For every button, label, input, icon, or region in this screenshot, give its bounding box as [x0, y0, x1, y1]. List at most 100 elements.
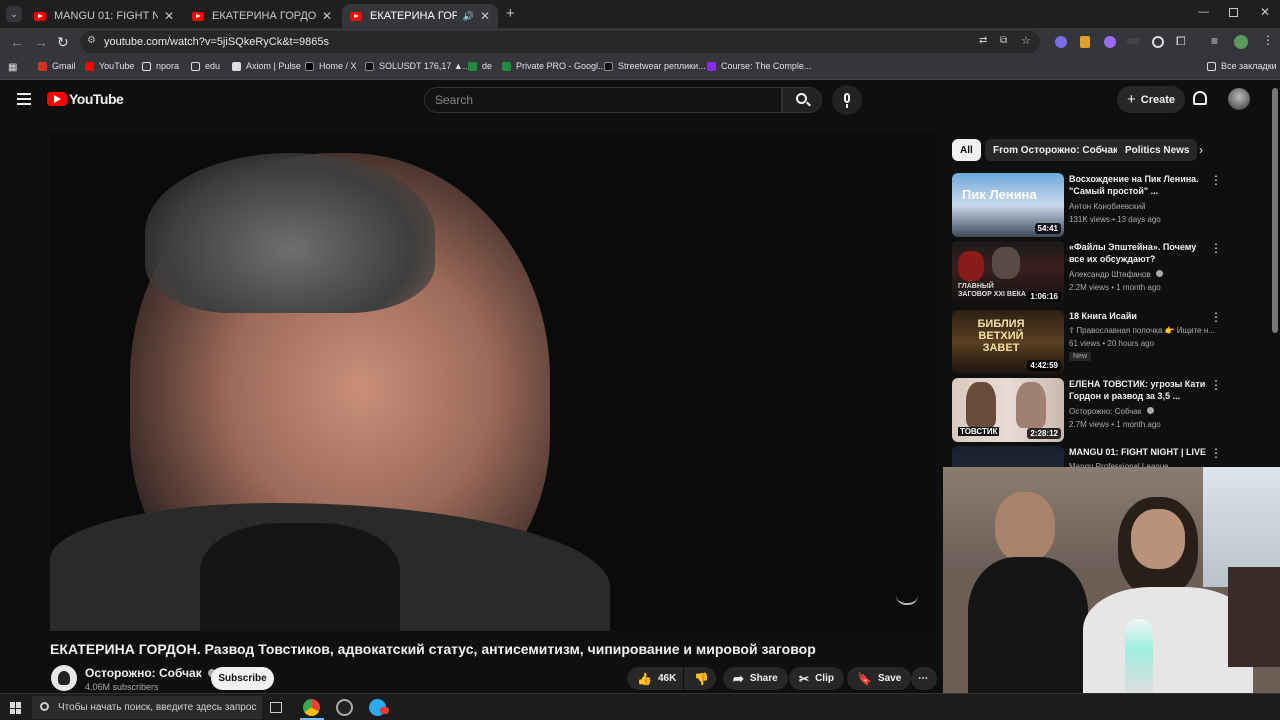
profile-avatar-icon[interactable]: [1234, 35, 1248, 49]
site-info-icon[interactable]: ⚙: [87, 35, 96, 46]
more-actions-button[interactable]: ⋯: [911, 667, 937, 690]
recommendation-item[interactable]: Пик Ленина 54:41 Восхождение на Пик Лени…: [952, 173, 1272, 237]
apps-grid-icon[interactable]: ▦: [8, 62, 17, 73]
extension-icon[interactable]: [1127, 38, 1139, 44]
more-vertical-icon[interactable]: ⋮: [1210, 446, 1222, 460]
share-label: Share: [749, 673, 778, 684]
bookmark-item[interactable]: Axiom | Pulse: [232, 61, 301, 71]
thumbnail-accent: [992, 247, 1020, 279]
video-thumbnail[interactable]: БИБЛИЯ ВЕТХИЙ ЗАВЕТ 4:42:59: [952, 310, 1064, 374]
recommendation-item[interactable]: БИБЛИЯ ВЕТХИЙ ЗАВЕТ 4:42:59 18 Книга Иса…: [952, 310, 1272, 374]
more-vertical-icon[interactable]: ⋮: [1210, 310, 1222, 324]
bookmark-star-icon[interactable]: ☆: [1021, 34, 1031, 47]
chevron-right-icon[interactable]: ›: [1199, 143, 1203, 157]
notifications-bell-icon[interactable]: [1193, 91, 1207, 105]
recommendation-title[interactable]: 18 Книга Исайи: [1069, 310, 1209, 322]
recommendation-title[interactable]: ЕЛЕНА ТОВСТИК: угрозы Кати Гордон и разв…: [1069, 378, 1209, 402]
bookmark-folder[interactable]: npora: [142, 61, 179, 71]
recommendation-title[interactable]: «Файлы Эпштейна». Почему все их обсуждаю…: [1069, 241, 1209, 265]
thumbnail-text: ГЛАВНЫЙ ЗАГОВОР XXI ВЕКА: [958, 283, 1026, 298]
browser-menu-icon[interactable]: ⋮: [1262, 33, 1274, 47]
page-scrollbar[interactable]: [1272, 88, 1278, 333]
browser-tab-active[interactable]: ЕКАТЕРИНА ГОРДОН. Разв 🔊 ✕: [342, 4, 498, 28]
close-tab-icon[interactable]: ✕: [164, 9, 174, 23]
minimize-icon[interactable]: —: [1198, 6, 1209, 18]
like-button[interactable]: 👍 46K: [627, 667, 683, 690]
install-app-icon[interactable]: ⧉: [1000, 35, 1007, 46]
browser-tab[interactable]: ЕКАТЕРИНА ГОРДОН. Развод ✕: [184, 4, 340, 28]
windows-start-icon[interactable]: [10, 702, 22, 714]
address-bar[interactable]: ⚙ youtube.com/watch?v=5jiSQkeRyCk&t=9865…: [80, 31, 1040, 53]
chip-politics-news[interactable]: Politics News: [1117, 139, 1198, 161]
voice-search-button[interactable]: [832, 85, 862, 115]
task-view-icon[interactable]: [270, 702, 282, 713]
more-vertical-icon[interactable]: ⋮: [1210, 173, 1222, 187]
close-window-icon[interactable]: ✕: [1260, 5, 1270, 19]
close-tab-icon[interactable]: ✕: [480, 9, 490, 23]
close-tab-icon[interactable]: ✕: [322, 9, 332, 23]
channel-name[interactable]: Осторожно: Собчак: [85, 666, 217, 680]
bookmark-item[interactable]: Home / X: [305, 61, 357, 71]
forward-icon[interactable]: →: [34, 34, 48, 50]
chip-all[interactable]: All: [952, 139, 981, 161]
clip-button[interactable]: ✂ Clip: [789, 667, 844, 690]
bookmark-item[interactable]: Streetwear реплики...: [604, 61, 706, 71]
recommendation-title[interactable]: Восхождение на Пик Ленина. "Самый просто…: [1069, 173, 1209, 197]
translate-icon[interactable]: ⇄: [979, 35, 987, 46]
extension-icon[interactable]: [1080, 36, 1090, 48]
bookmark-item[interactable]: Private PRO - Googl...: [502, 61, 606, 71]
more-vertical-icon[interactable]: ⋮: [1210, 241, 1222, 255]
video-thumbnail[interactable]: ГЛАВНЫЙ ЗАГОВОР XXI ВЕКА 1:06:16: [952, 241, 1064, 305]
tab-list-icon[interactable]: ⌄: [6, 6, 22, 22]
subscribe-button[interactable]: Subscribe: [211, 667, 274, 690]
new-tab-icon[interactable]: +: [506, 5, 515, 22]
gmail-icon: [38, 61, 47, 71]
recommendation-title[interactable]: MANGU 01: FIGHT NIGHT | LIVE: [1069, 446, 1209, 458]
video-thumbnail[interactable]: ТОВСТИК 2:28:12: [952, 378, 1064, 442]
audio-playing-icon[interactable]: 🔊: [463, 11, 474, 22]
recommendation-item[interactable]: ГЛАВНЫЙ ЗАГОВОР XXI ВЕКА 1:06:16 «Файлы …: [952, 241, 1272, 305]
channel-watermark-icon[interactable]: [896, 595, 918, 605]
extension-icon[interactable]: [1104, 36, 1116, 48]
all-bookmarks[interactable]: Все закладки: [1207, 61, 1277, 71]
dislike-button[interactable]: 👎: [684, 667, 716, 690]
back-icon[interactable]: ←: [10, 34, 24, 50]
search-button[interactable]: [782, 87, 822, 113]
create-button[interactable]: + Create: [1117, 86, 1185, 113]
folder-icon: [1207, 61, 1216, 71]
taskbar-search[interactable]: Чтобы начать поиск, введите здесь запрос: [32, 696, 262, 719]
chrome-taskbar-icon[interactable]: [303, 699, 320, 716]
recommendation-item[interactable]: ТОВСТИК 2:28:12 ЕЛЕНА ТОВСТИК: угрозы Ка…: [952, 378, 1272, 442]
video-player[interactable]: [50, 133, 936, 631]
channel-avatar[interactable]: [51, 665, 77, 691]
thumbnail-text: ТОВСТИК: [958, 427, 1000, 436]
video-thumbnail[interactable]: Пик Ленина 54:41: [952, 173, 1064, 237]
bookmark-item[interactable]: SOLUSDT 176,17 ▲...: [365, 61, 470, 71]
recommendation-channel[interactable]: Александр Штефанов: [1069, 270, 1229, 279]
bookmark-item[interactable]: de: [468, 61, 492, 71]
recommendation-channel[interactable]: Антон Конобиевский: [1069, 202, 1229, 211]
browser-tab[interactable]: MANGU 01: FIGHT NIGHT | LIVE ✕: [26, 4, 182, 28]
share-button[interactable]: ➦ Share: [723, 667, 788, 690]
reload-icon[interactable]: ↻: [57, 34, 69, 51]
more-vertical-icon[interactable]: ⋮: [1210, 378, 1222, 392]
search-input[interactable]: Search: [424, 87, 782, 113]
app-taskbar-icon[interactable]: [336, 699, 353, 716]
restore-icon[interactable]: [1229, 8, 1238, 17]
bookmark-item[interactable]: Course: The Comple...: [707, 61, 811, 71]
chip-from-channel[interactable]: From Осторожно: Собчак: [985, 139, 1127, 161]
youtube-logo[interactable]: YouTube: [47, 91, 124, 107]
bookmark-item[interactable]: YouTube: [85, 61, 134, 71]
extensions-puzzle-icon[interactable]: ⧠: [1176, 34, 1186, 49]
hamburger-menu-icon[interactable]: [17, 93, 31, 105]
media-control-icon[interactable]: ≡: [1211, 34, 1218, 48]
account-avatar[interactable]: [1228, 88, 1250, 110]
recommendation-channel[interactable]: ☦ Православная полочка 👉 Ищите н...: [1069, 326, 1229, 335]
extension-icon[interactable]: [1152, 36, 1164, 48]
recommendation-channel[interactable]: Осторожно: Собчак: [1069, 407, 1229, 416]
extension-icon[interactable]: [1055, 36, 1067, 48]
tradingview-icon: [365, 61, 374, 71]
bookmark-item[interactable]: Gmail: [38, 61, 76, 71]
bookmark-folder[interactable]: edu: [191, 61, 220, 71]
save-button[interactable]: 🔖 Save: [847, 667, 912, 690]
